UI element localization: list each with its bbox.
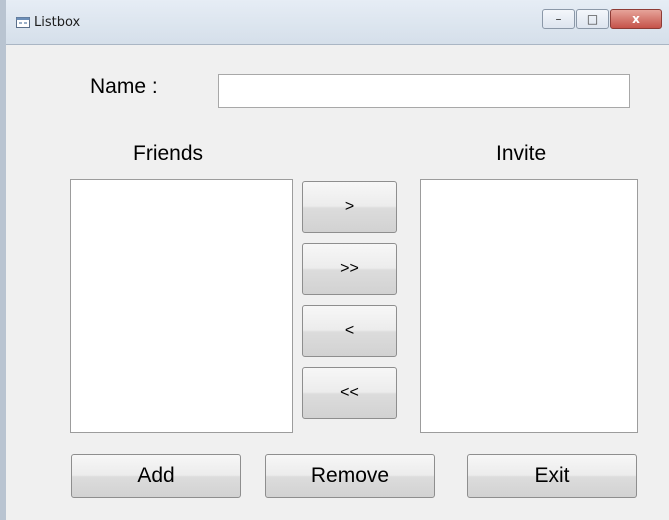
form-window-icon: [16, 17, 30, 28]
move-all-right-button[interactable]: >>: [302, 243, 397, 295]
friends-listbox[interactable]: [70, 179, 293, 433]
remove-button[interactable]: Remove: [265, 454, 435, 498]
close-button[interactable]: x: [610, 9, 662, 29]
invite-listbox[interactable]: [420, 179, 638, 433]
move-one-right-button[interactable]: >: [302, 181, 397, 233]
close-icon: x: [632, 12, 640, 26]
title-bar[interactable]: Listbox – □ x: [6, 0, 669, 45]
name-input[interactable]: [218, 74, 630, 108]
friends-label: Friends: [133, 142, 204, 165]
move-all-left-button[interactable]: <<: [302, 367, 397, 419]
maximize-icon: □: [586, 12, 599, 26]
move-one-left-button[interactable]: <: [302, 305, 397, 357]
listbox-window: Listbox – □ x Name : Friends Invite > >>…: [0, 0, 669, 520]
name-label: Name :: [90, 75, 158, 98]
exit-button[interactable]: Exit: [467, 454, 637, 498]
minimize-icon: –: [555, 12, 562, 26]
maximize-button[interactable]: □: [576, 9, 609, 29]
invite-label: Invite: [496, 142, 547, 165]
window-title: Listbox: [34, 15, 81, 30]
minimize-button[interactable]: –: [542, 9, 575, 29]
add-button[interactable]: Add: [71, 454, 241, 498]
